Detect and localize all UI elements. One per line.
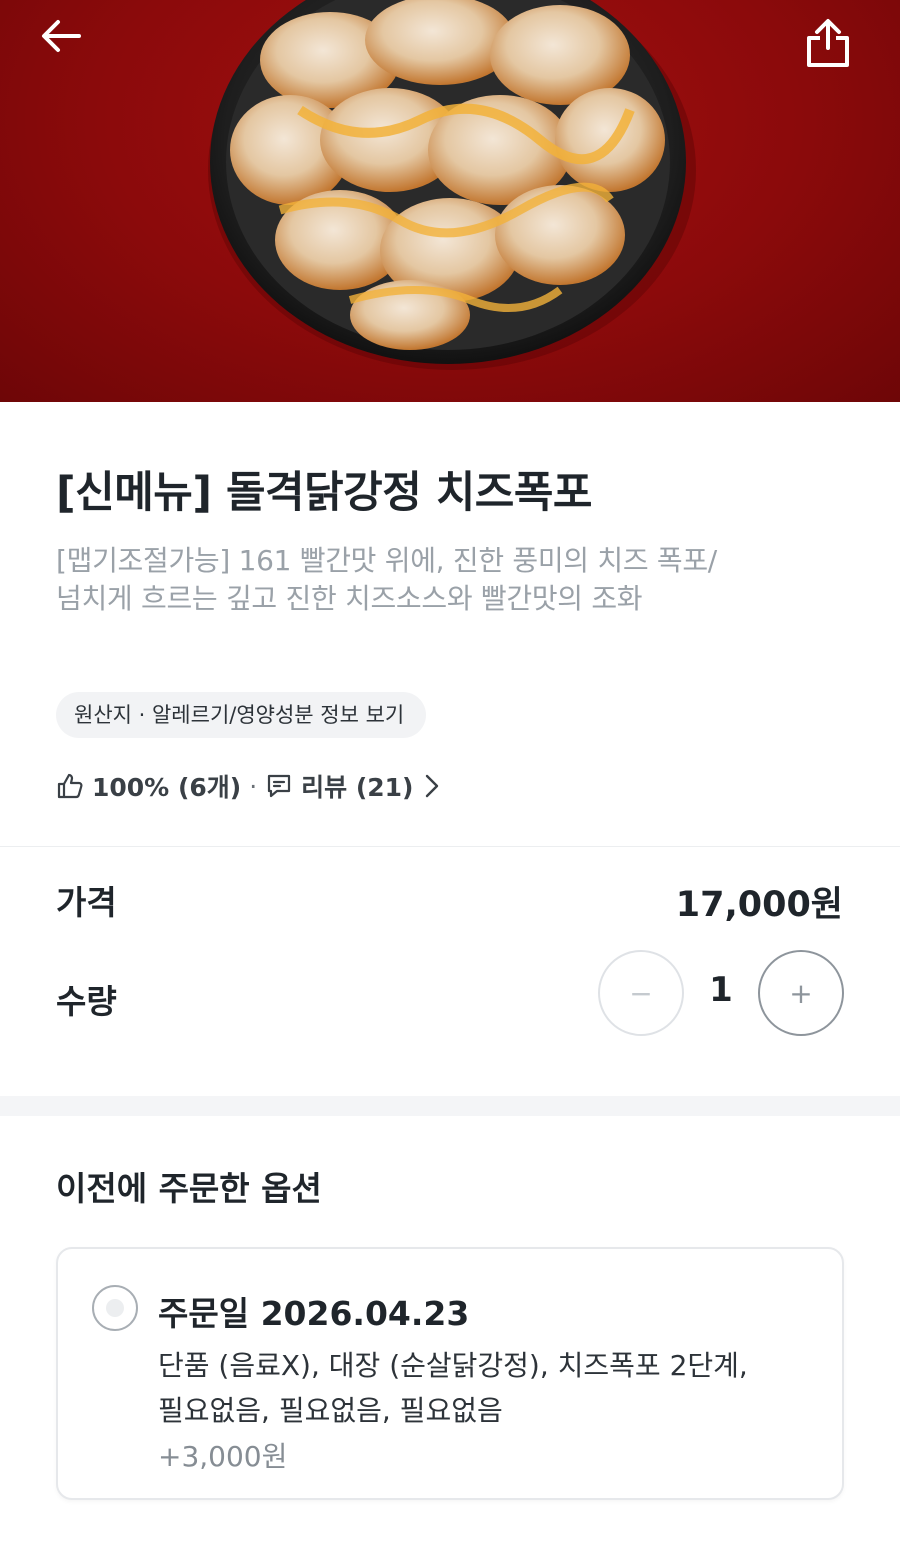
food-plate-image [208,0,696,370]
option-extra-price: +3,000원 [158,1440,288,1473]
product-title: [신메뉴] 돌격닭강정 치즈폭포 [56,468,592,518]
arrow-left-icon [42,20,81,52]
price-value: 17,000원 [675,885,843,925]
divider [0,846,900,847]
section-divider [0,1096,900,1116]
quantity-value: 1 [709,970,733,1010]
back-button[interactable] [41,19,105,83]
price-label: 가격 [56,883,117,922]
chevron-right-icon [424,773,440,799]
previous-option-card[interactable]: 주문일 2026.04.23 단품 (음료X), 대장 (순살닭강정), 치즈폭… [56,1247,844,1500]
order-date: 주문일 2026.04.23 [158,1294,470,1333]
origin-allergy-info-button[interactable]: 원산지 · 알레르기/영양성분 정보 보기 [56,692,427,738]
hero-image [0,0,900,402]
previous-options-title: 이전에 주문한 옵션 [56,1169,322,1208]
like-rate-text: 100% (6개) [92,773,242,802]
review-count-link[interactable]: 리뷰 (21) [301,768,413,804]
quantity-label: 수량 [56,982,117,1021]
thumbs-up-icon [56,772,84,800]
option-summary-line-2: 필요없음, 필요없음, 필요없음 [158,1394,503,1427]
description-line-1: [맵기조절가능] 161 빨간맛 위에, 진한 풍미의 치즈 폭포/ [56,544,717,577]
separator-dot: · [249,771,258,801]
description-line-2: 넘치게 흐르는 깊고 진한 치즈소스와 빨간맛의 조화 [56,582,643,615]
product-description: [맵기조절가능] 161 빨간맛 위에, 진한 풍미의 치즈 폭포/ 넘치게 흐… [56,542,856,618]
option-radio-button[interactable] [92,1285,138,1331]
rating-review-row[interactable]: 100% (6개) · 리뷰 (21) [56,764,440,808]
quantity-decrease-button[interactable]: − [598,950,684,1036]
option-summary: 단품 (음료X), 대장 (순살닭강정), 치즈폭포 2단계, 필요없음, 필요… [158,1343,818,1433]
share-icon [807,19,849,67]
radio-dot [106,1299,124,1317]
option-summary-line-1: 단품 (음료X), 대장 (순살닭강정), 치즈폭포 2단계, [158,1349,748,1382]
quantity-increase-button[interactable]: + [758,950,844,1036]
share-button[interactable] [804,18,868,82]
comment-icon [265,772,293,800]
